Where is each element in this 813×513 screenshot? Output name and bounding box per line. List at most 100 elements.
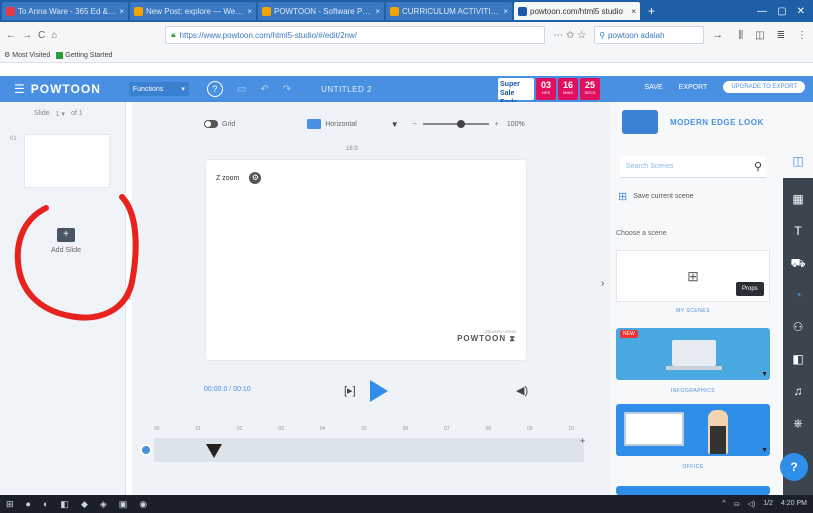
browser-search-input[interactable]: ⚲ powtoon adalah [594,26,705,44]
home-icon[interactable]: ⌂ [51,30,57,41]
forward-icon[interactable]: → [22,30,32,41]
bookmark-label: Getting Started [65,51,113,59]
close-tab-icon[interactable]: × [503,7,508,16]
app-icon[interactable]: ▣ [119,499,128,510]
slide-dropdown[interactable]: 1 ▾ [56,110,65,118]
zoom-chip[interactable]: Z zoom ⚙ [216,172,262,184]
tray-icon[interactable]: ^ [722,500,725,508]
orientation-label[interactable]: Horizontal [325,121,357,128]
maximize-icon[interactable]: ▢ [777,6,786,17]
new-tab-button[interactable]: + [642,4,661,18]
collapse-left-icon[interactable]: ‹ [128,292,131,303]
next-category-card[interactable] [616,486,770,495]
browser-tab[interactable]: CURRICULUM ACTIVITIES × [386,2,512,20]
back-icon[interactable]: ← [6,30,16,41]
timeline[interactable]: 00 01 02 03 04 05 06 07 08 09 10 + [132,424,610,464]
infographics-card[interactable]: NEW ▼ [616,328,770,380]
url-actions-icon[interactable]: ⋯ ✩ ☆ [553,30,586,41]
scenes-icon[interactable]: ◫ [783,154,813,168]
office-card[interactable]: ▼ [616,404,770,456]
volume-icon[interactable]: ◀) [516,384,528,397]
app-icon[interactable]: ◈ [100,499,107,510]
help-button[interactable]: ? [780,453,808,481]
address-bar[interactable]: 🔒︎ https://www.powtoon.com/html5-studio/… [165,26,546,44]
grid-toggle[interactable] [204,120,218,128]
export-button[interactable]: EXPORT [679,84,708,91]
preview-icon[interactable]: ▭ [237,84,246,95]
media-icon[interactable]: ◧ [783,352,813,366]
props-icon[interactable]: ◔ [783,288,813,302]
orientation-icon[interactable] [307,119,322,129]
minimize-icon[interactable]: — [757,6,767,17]
tray-icon[interactable]: ◁) [747,500,755,508]
text-icon[interactable]: T [783,224,813,238]
redo-icon[interactable]: ↷ [283,84,291,95]
help-icon[interactable]: ? [206,81,223,97]
menu-icon[interactable]: ≣ [777,30,785,41]
close-window-icon[interactable]: ✕ [797,6,805,17]
app-icon[interactable]: ◉ [139,499,147,510]
add-slide-button[interactable]: + Add Slide [44,228,88,254]
slide-canvas[interactable]: Z zoom ⚙ CREATED USING POWTOON ⧗ [206,160,526,360]
tray-icon[interactable]: ⛀ [734,500,740,508]
browser-tab[interactable]: POWTOON - Software Presen × [258,2,384,20]
specials-icon[interactable]: ⎈ [783,416,813,431]
library-icon[interactable]: ⫼ [739,30,744,41]
chevron-down-icon: ▾ [181,86,185,93]
zoom-in-icon[interactable]: + [495,121,499,128]
undo-icon[interactable]: ↶ [260,84,268,95]
zoom-slider[interactable] [422,120,489,128]
timeline-start-dot[interactable] [140,444,152,456]
search-icon[interactable]: ⚲ [754,160,762,173]
hamburger-icon[interactable]: ☰ [14,82,25,96]
tray-icon[interactable]: 1/2 [763,500,773,508]
bookmark-getting-started[interactable]: Getting Started [56,51,113,59]
clock[interactable]: 4:20 PM [781,500,807,508]
powtoon-logo[interactable]: POWTOON [31,82,101,96]
backgrounds-icon[interactable]: ▦ [783,192,813,206]
step-play-icon[interactable]: [▸] [344,384,356,397]
save-current-scene-button[interactable]: ⊞ Save current scene [618,190,694,203]
screenshot-root: To Anna Ware - 365 Ed & Le × New Post: exp… [0,0,813,513]
slide-thumbnail[interactable] [24,134,110,188]
zoom-out-icon[interactable]: − [413,121,417,128]
characters-icon[interactable]: ⛟ [783,256,813,272]
chevron-down-icon[interactable]: ▼ [761,447,768,454]
sound-icon[interactable]: ♫ [783,384,813,398]
bookmark-most-visited[interactable]: ⚙ Most Visited [4,51,50,60]
collapse-right-icon[interactable]: › [601,278,604,289]
sidebar-icon[interactable]: ◫ [755,30,764,41]
search-go-icon[interactable]: → [712,29,723,41]
close-tab-icon[interactable]: × [375,7,380,16]
presentation-title[interactable]: UNTITLED 2 [321,85,372,94]
app-icon[interactable]: ◆ [81,499,88,510]
zoom-slider-knob[interactable] [456,120,465,128]
slide-selector[interactable]: Slide 1 ▾ of 1 [34,110,83,118]
start-icon[interactable]: ⊞ [6,499,14,510]
timeline-add-icon[interactable]: + [580,436,585,446]
search-scenes-input[interactable]: Search Scenes ⚲ [620,156,766,178]
chevron-down-icon[interactable]: ▼ [391,120,399,129]
browser-tab[interactable]: New Post: explore — Weebl × [130,2,256,20]
timeline-track[interactable] [154,438,584,462]
close-tab-icon[interactable]: × [631,7,636,16]
reload-icon[interactable]: C [38,30,45,41]
close-tab-icon[interactable]: × [247,7,252,16]
gear-icon[interactable]: ⚙ [249,172,262,184]
browser-tab[interactable]: To Anna Ware - 365 Ed & Le × [2,2,128,20]
browser-icon[interactable]: ● [26,499,31,509]
close-tab-icon[interactable]: × [119,7,124,16]
system-tray: ^ ⛀ ◁) 1/2 4:20 PM [722,500,813,508]
upgrade-button[interactable]: UPGRADE TO EXPORT [723,81,805,93]
explorer-icon[interactable]: ◐ [43,499,48,509]
functions-dropdown[interactable]: Functions ▾ [128,82,189,96]
save-button[interactable]: SAVE [645,84,663,91]
chevron-down-icon[interactable]: ▼ [761,371,768,378]
files-icon[interactable]: ◧ [60,499,69,510]
more-icon[interactable]: ⋮ [797,30,807,41]
play-icon[interactable] [370,380,388,402]
playhead-marker[interactable] [206,444,222,458]
sale-countdown[interactable]: Super Sale Ends Today! 03HRS 16MINS 25SE… [498,78,600,115]
browser-tab[interactable]: powtoon.com/html5 studio × [514,2,640,20]
shapes-icon[interactable]: ⚇ [783,320,813,334]
